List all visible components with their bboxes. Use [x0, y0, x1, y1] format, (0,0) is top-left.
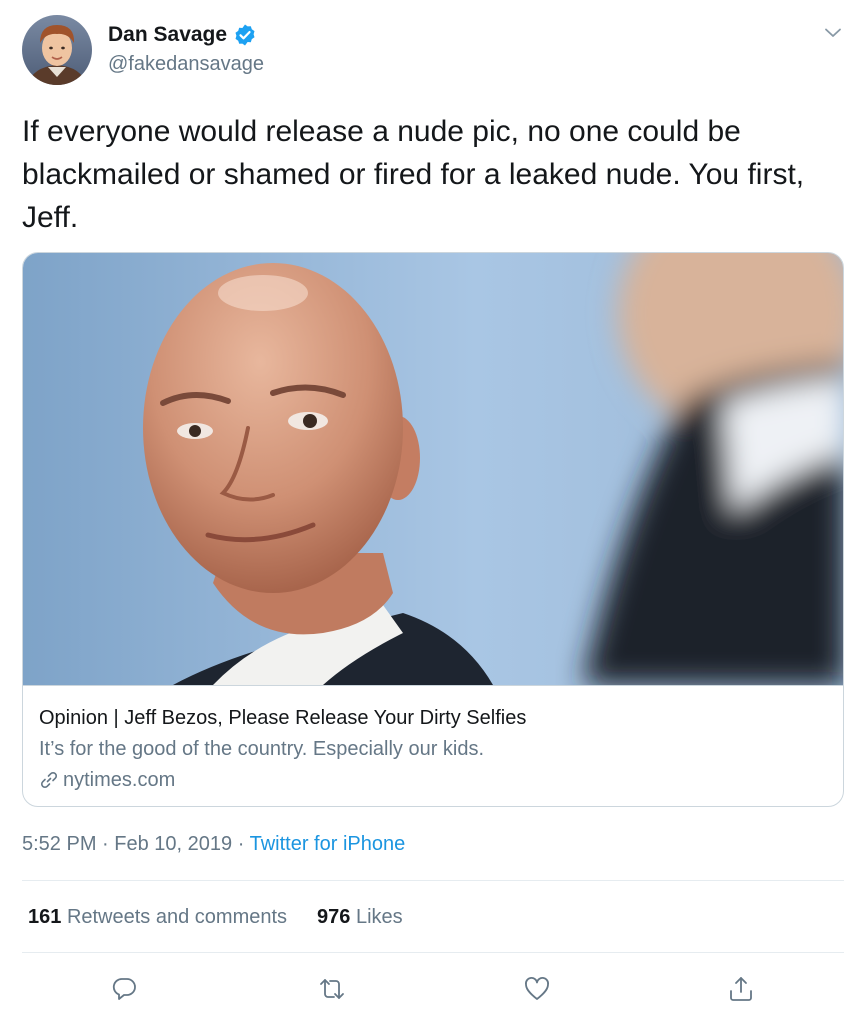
author-name[interactable]: Dan Savage	[108, 22, 257, 48]
divider	[22, 880, 844, 881]
link-card-meta[interactable]: Opinion | Jeff Bezos, Please Release You…	[23, 685, 843, 806]
retweet-icon	[320, 979, 344, 999]
share-icon	[730, 977, 752, 1001]
tweet-date[interactable]: Feb 10, 2019	[114, 833, 232, 855]
author-handle[interactable]: @fakedansavage	[108, 52, 264, 76]
retweets-label: Retweets and comments	[66, 906, 288, 928]
link-card-domain-text[interactable]: nytimes.com	[63, 768, 175, 792]
likes-label: Likes	[355, 906, 403, 928]
link-card-title[interactable]: Opinion | Jeff Bezos, Please Release You…	[39, 706, 526, 730]
separator: ·	[102, 833, 109, 855]
child-portrait-avatar-image	[22, 15, 92, 85]
link-card-description: It’s for the good of the country. Especi…	[39, 738, 485, 760]
reply-icon	[112, 978, 136, 1000]
retweet-button[interactable]	[315, 972, 349, 1006]
engagement-stats: 161 Retweets and comments 976 Likes	[28, 905, 403, 929]
verified-badge-icon	[235, 24, 255, 46]
like-button[interactable]	[520, 972, 554, 1006]
link-icon	[40, 771, 58, 789]
divider	[22, 952, 844, 953]
retweets-stat[interactable]: 161 Retweets and comments	[28, 905, 287, 929]
separator: ·	[237, 833, 245, 855]
likes-stat[interactable]: 976 Likes	[317, 905, 403, 929]
author-display-name[interactable]: Dan Savage	[108, 22, 227, 48]
reply-button[interactable]	[108, 972, 142, 1006]
bald-man-portrait-photo	[23, 253, 843, 685]
tweet-source-link[interactable]: Twitter for iPhone	[250, 833, 406, 855]
likes-count: 976	[317, 906, 351, 928]
tweet-text: If everyone would release a nude pic, no…	[22, 115, 805, 234]
share-button[interactable]	[724, 972, 758, 1006]
action-bar	[22, 972, 844, 1008]
like-icon	[525, 977, 549, 1000]
chevron-down-icon[interactable]	[822, 22, 844, 44]
tweet-time[interactable]: 5:52 PM	[22, 833, 96, 855]
avatar[interactable]	[22, 15, 92, 85]
tweet: Dan Savage @fakedansavage If everyone wo…	[0, 0, 866, 1024]
link-card-domain[interactable]: nytimes.com	[39, 768, 175, 792]
link-card[interactable]: Opinion | Jeff Bezos, Please Release You…	[22, 252, 844, 807]
retweets-count: 161	[28, 906, 62, 928]
timestamp-row: 5:52 PM · Feb 10, 2019 · Twitter for iPh…	[22, 832, 405, 856]
